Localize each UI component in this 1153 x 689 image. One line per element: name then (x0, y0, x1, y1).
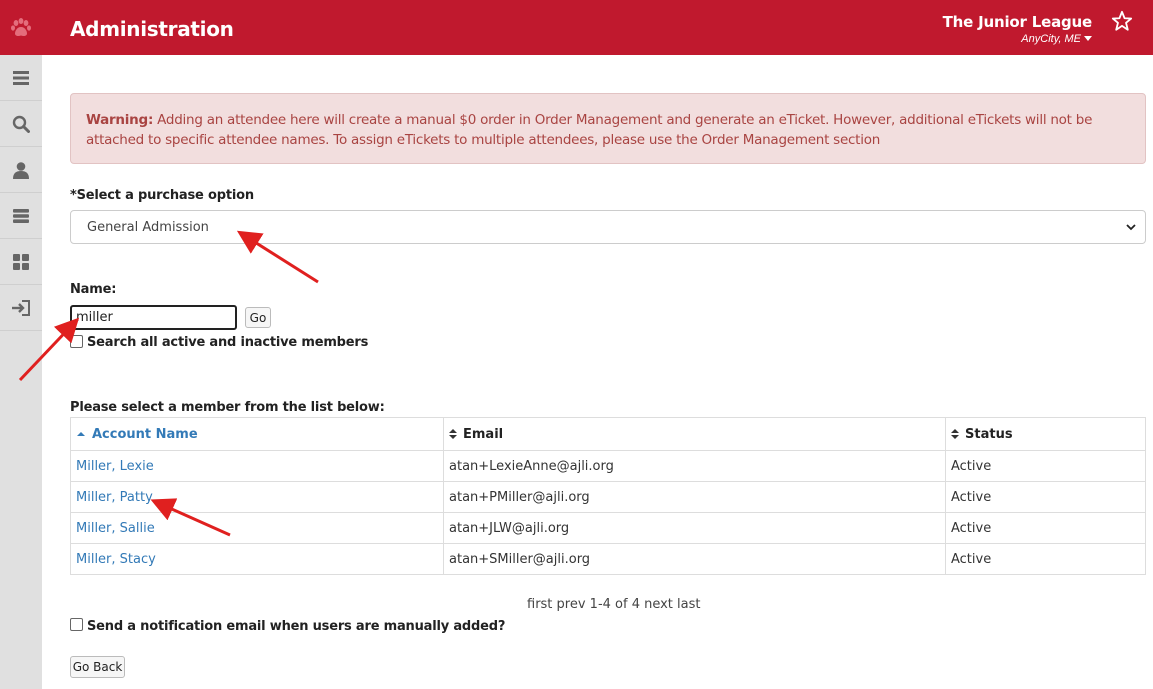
sidebar (0, 55, 42, 689)
warning-text: Adding an attendee here will create a ma… (86, 112, 1093, 148)
search-icon[interactable] (0, 101, 42, 147)
member-email: atan+PMiller@ajli.org (449, 489, 590, 505)
paw-icon[interactable] (0, 0, 42, 55)
page-title: Administration (70, 17, 234, 41)
star-icon[interactable] (1111, 10, 1133, 37)
purchase-option-label: *Select a purchase option (70, 188, 254, 203)
chevron-down-icon (1126, 224, 1136, 231)
member-status: Active (951, 520, 992, 536)
pagination[interactable]: first prev 1-4 of 4 next last (527, 597, 700, 612)
sort-icon (449, 429, 457, 439)
table-row: Miller, Lexie atan+LexieAnne@ajli.org Ac… (71, 450, 1145, 481)
go-button[interactable]: Go (245, 307, 271, 328)
member-status: Active (951, 489, 992, 505)
table-row: Miller, Sallie atan+JLW@ajli.org Active (71, 512, 1145, 543)
member-email: atan+SMiller@ajli.org (449, 551, 591, 567)
warning-label: Warning: (86, 112, 154, 128)
member-list-title: Please select a member from the list bel… (70, 400, 385, 415)
warning-alert: Warning: Adding an attendee here will cr… (70, 93, 1146, 164)
member-name-link[interactable]: Miller, Sallie (76, 521, 155, 536)
notify-checkbox[interactable] (70, 618, 83, 631)
user-icon[interactable] (0, 147, 42, 193)
notify-label: Send a notification email when users are… (87, 619, 506, 634)
caret-down-icon (1084, 36, 1092, 41)
account-name-header[interactable]: Account Name (71, 418, 443, 450)
dashboard-icon[interactable] (0, 239, 42, 285)
member-email: atan+JLW@ajli.org (449, 520, 570, 536)
org-city-label: AnyCity, ME (1021, 33, 1081, 45)
logout-icon[interactable] (0, 285, 42, 331)
member-status: Active (951, 458, 992, 474)
member-name-link[interactable]: Miller, Patty (76, 490, 153, 505)
table-row: Miller, Patty atan+PMiller@ajli.org Acti… (71, 481, 1145, 512)
member-name-link[interactable]: Miller, Stacy (76, 552, 156, 567)
purchase-option-value: General Admission (87, 220, 209, 235)
name-search-input[interactable] (70, 305, 237, 330)
member-name-link[interactable]: Miller, Lexie (76, 459, 154, 474)
name-label: Name: (70, 282, 117, 297)
member-status: Active (951, 551, 992, 567)
status-header-label: Status (965, 426, 1013, 442)
account-name-header-label: Account Name (92, 426, 198, 442)
purchase-option-select[interactable]: General Admission (70, 210, 1146, 244)
top-bar: Administration The Junior League AnyCity… (0, 0, 1153, 55)
email-header[interactable]: Email (443, 418, 945, 450)
member-email: atan+LexieAnne@ajli.org (449, 458, 614, 474)
sort-asc-icon (77, 432, 85, 436)
member-table: Account Name Email Status Miller, Lexie … (70, 417, 1146, 575)
email-header-label: Email (463, 426, 504, 442)
search-all-checkbox[interactable] (70, 335, 83, 348)
org-name: The Junior League (942, 13, 1093, 31)
org-city-dropdown[interactable]: AnyCity, ME (1021, 33, 1092, 45)
status-header[interactable]: Status (945, 418, 1145, 450)
sort-icon (951, 429, 959, 439)
menu-icon[interactable] (0, 55, 42, 101)
table-row: Miller, Stacy atan+SMiller@ajli.org Acti… (71, 543, 1145, 574)
go-back-button[interactable]: Go Back (70, 656, 125, 678)
server-icon[interactable] (0, 193, 42, 239)
search-all-label: Search all active and inactive members (87, 335, 369, 350)
table-header-row: Account Name Email Status (71, 418, 1145, 450)
